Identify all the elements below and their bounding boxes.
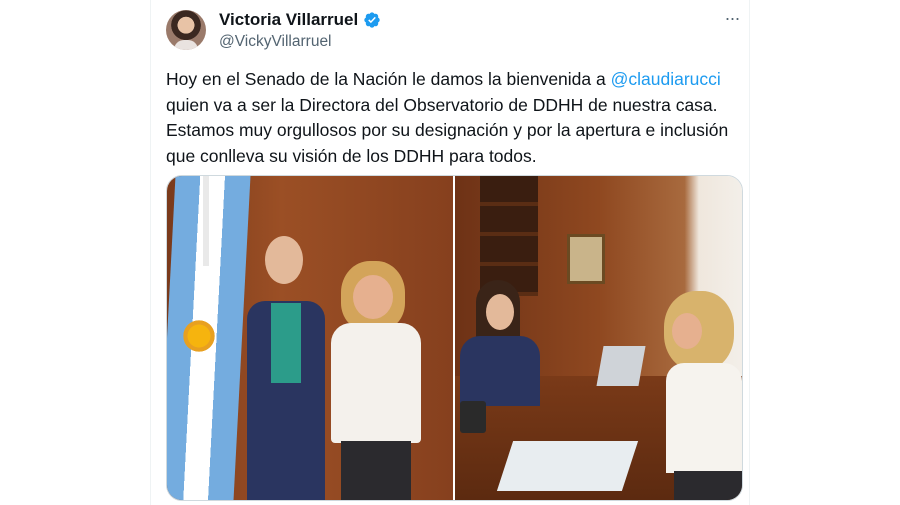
pen-holder: [460, 401, 486, 433]
tweet-text-segment: Hoy en el Senado de la Nación le damos l…: [166, 69, 611, 89]
author-handle[interactable]: @VickyVillarruel: [219, 33, 332, 51]
tweet-text: Hoy en el Senado de la Nación le damos l…: [166, 67, 746, 169]
tweet-text-line: que conlleva su visión de los DDHH para …: [166, 145, 537, 166]
tweet-text-line: quien va a ser la Directora del Observat…: [166, 94, 718, 115]
media-photo-1[interactable]: [167, 176, 453, 500]
mention-link[interactable]: @claudiarucci: [611, 69, 721, 89]
flag-sun-icon: [179, 316, 219, 356]
tweet-text-line: Estamos muy orgullosos por su designació…: [166, 120, 729, 140]
author-name-row[interactable]: Victoria Villarruel: [219, 10, 381, 30]
flag-pole: [203, 176, 209, 266]
person-right: [327, 261, 427, 500]
documents: [496, 441, 639, 491]
person-left: [241, 231, 331, 500]
tweet-media: [166, 175, 743, 501]
person-seated-right: [660, 291, 742, 500]
wall-painting: [567, 234, 605, 284]
more-options-icon[interactable]: ···: [722, 8, 742, 28]
media-photo-2[interactable]: [455, 176, 742, 500]
laptop: [596, 346, 646, 386]
author-name[interactable]: Victoria Villarruel: [219, 10, 358, 30]
verified-badge-icon: [364, 12, 380, 28]
person-seated-left: [460, 276, 540, 406]
tweet-text-line: Hoy en el Senado de la Nación le damos l…: [166, 67, 746, 93]
avatar[interactable]: [166, 10, 206, 50]
